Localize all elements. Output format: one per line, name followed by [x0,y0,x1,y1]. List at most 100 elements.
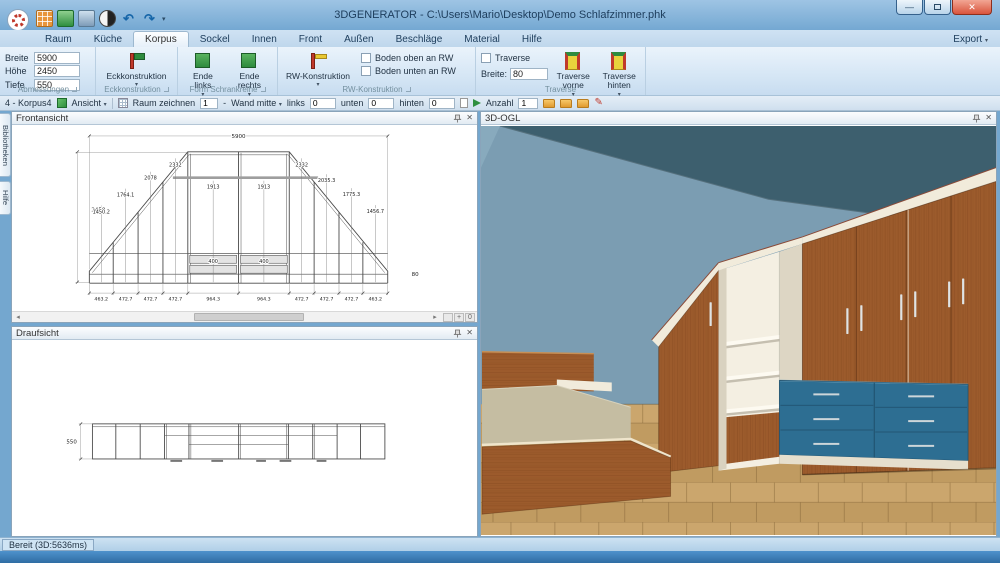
tab-hilfe[interactable]: Hilfe [511,32,553,47]
wand-mitte-dropdown[interactable]: Wand mitte ▾ [231,98,282,108]
group-abmessungen: Breite Höhe Tiefe Abmessungen [0,47,96,95]
traverse-breite-input[interactable] [510,68,548,80]
traverse-checkbox-row[interactable]: Traverse [481,53,548,63]
window-title: 3DGENERATOR - C:\Users\Mario\Desktop\Dem… [200,9,800,21]
new-project-icon[interactable] [36,10,53,27]
edit-pencil-icon[interactable]: ✎ [594,98,602,108]
close-panel-icon[interactable]: ✕ [466,329,473,337]
hinten-input[interactable] [429,98,455,109]
zoom-in-button[interactable]: + [454,313,464,322]
checkbox-icon[interactable] [361,66,371,76]
export-button[interactable]: Export ▾ [953,34,988,47]
open-icon[interactable] [57,10,74,27]
redo-icon[interactable]: ↷ [141,10,158,27]
pin-icon[interactable] [453,114,462,123]
unten-input[interactable] [368,98,394,109]
tab-raum[interactable]: Raum [34,32,83,47]
tab-innen[interactable]: Innen [241,32,288,47]
links-input[interactable] [310,98,336,109]
dialog-launcher-icon[interactable] [72,87,77,92]
ende-links-button[interactable]: Ende links▾ [183,50,223,83]
tab-material[interactable]: Material [453,32,511,47]
library-folder-icon-3[interactable] [577,99,589,108]
zoom-out-button[interactable] [443,313,453,322]
ribbon: Breite Höhe Tiefe Abmessungen Eckkonstru… [0,47,1000,96]
dim-label: 472.7 [119,297,133,303]
workspace: Bibliotheken Hilfe Frontansicht ✕ [0,111,1000,537]
traverse-breite-label: Breite: [481,69,507,79]
zoom-reset-button[interactable]: 0 [465,313,475,322]
frontansicht-header[interactable]: Frontansicht ✕ [12,112,477,125]
undo-icon[interactable]: ↶ [120,10,137,27]
status-text: Bereit (3D:5636ms) [2,539,94,551]
korpus-selector[interactable]: 4 - Korpus4 [5,98,52,108]
pin-icon[interactable] [453,329,462,338]
toggle-view-icon[interactable] [99,10,116,27]
group-eckkonstruktion: Eckkonstruktion▾ Eckkonstruktion [96,47,178,95]
scroll-left-icon[interactable]: ◂ [12,313,24,321]
dialog-launcher-icon[interactable] [406,87,411,92]
hoehe-input[interactable] [34,65,80,77]
traverse-hinten-button[interactable]: Traverse hinten▾ [598,50,640,83]
dim-label: 1764.1 [117,193,134,199]
status-bar: Bereit (3D:5636ms) [0,537,1000,551]
note-icon[interactable] [460,98,468,108]
frontansicht-canvas[interactable]: 5900 2450 80 1450.2 1764.1 2078 2332 191… [12,126,477,311]
3d-ogl-header[interactable]: 3D-OGL ✕ [481,112,996,125]
tab-front[interactable]: Front [288,32,333,47]
left-tab-strip: Bibliotheken Hilfe [0,111,11,537]
tab-kueche[interactable]: Küche [83,32,133,47]
scrollbar-track[interactable] [24,312,429,322]
draufsicht-header[interactable]: Draufsicht ✕ [12,327,477,340]
traverse-vorne-button[interactable]: Traverse vorne▾ [553,50,593,83]
pin-icon[interactable] [972,114,981,123]
3d-viewport[interactable] [481,126,996,535]
dialog-launcher-icon[interactable] [164,87,169,92]
anzahl-input[interactable] [518,98,538,109]
minimize-button[interactable]: — [896,0,923,15]
dim-label: 5900 [231,134,246,140]
apply-flag-icon[interactable] [473,99,481,107]
library-folder-icon-2[interactable] [560,99,572,108]
ansicht-dropdown[interactable]: Ansicht ▾ [72,98,107,108]
draufsicht-canvas[interactable]: 550 [12,341,477,535]
ende-rechts-button[interactable]: Ende rechts▾ [227,50,272,83]
dialog-launcher-icon[interactable] [261,87,266,92]
front-elevation-drawing: 5900 2450 80 1450.2 1764.1 2078 2332 191… [12,126,477,311]
tab-aussen[interactable]: Außen [333,32,384,47]
scrollbar-thumb[interactable] [194,313,304,321]
dim-label: 472.7 [320,297,334,303]
left-column: Frontansicht ✕ [11,111,478,537]
breite-input[interactable] [34,52,80,64]
group-form-schrankreihe: Ende links▾ Ende rechts▾ Form Schrankrei… [178,47,278,95]
boden-oben-checkbox-row[interactable]: Boden oben an RW [361,53,456,63]
library-folder-icon-1[interactable] [543,99,555,108]
save-icon[interactable] [78,10,95,27]
tab-beschlaege[interactable]: Beschläge [385,32,454,47]
horizontal-scrollbar[interactable]: ◂ ▸ + 0 [12,311,477,322]
maximize-button[interactable] [924,0,951,15]
close-panel-icon[interactable]: ✕ [985,114,992,122]
raum-zeichnen-button[interactable]: Raum zeichnen [133,98,196,108]
tab-korpus[interactable]: Korpus [133,31,189,47]
dim-label: 80 [412,272,420,278]
dim-label: 463.2 [368,297,382,303]
sidebar-tab-hilfe[interactable]: Hilfe [0,181,11,215]
checkbox-icon[interactable] [481,53,491,63]
sidebar-tab-bibliotheken[interactable]: Bibliotheken [0,113,11,177]
scroll-right-icon[interactable]: ▸ [429,313,441,321]
3d-render [481,126,996,535]
dim-label: 1913 [258,185,271,191]
dim-label: 1450.2 [93,210,110,216]
app-logo-icon[interactable] [7,9,29,31]
tab-sockel[interactable]: Sockel [189,32,241,47]
traverse-hinten-icon [608,51,630,71]
qat-more-icon[interactable]: ▾ [162,15,166,23]
top-view-drawing: 550 [12,341,477,535]
raum-number-input[interactable] [200,98,218,109]
boden-unten-checkbox-row[interactable]: Boden unten an RW [361,66,456,76]
close-panel-icon[interactable]: ✕ [466,114,473,122]
checkbox-icon[interactable] [361,53,371,63]
rw-konstruktion-button[interactable]: RW-Konstruktion▾ [283,50,353,83]
close-button[interactable]: ✕ [952,0,992,15]
